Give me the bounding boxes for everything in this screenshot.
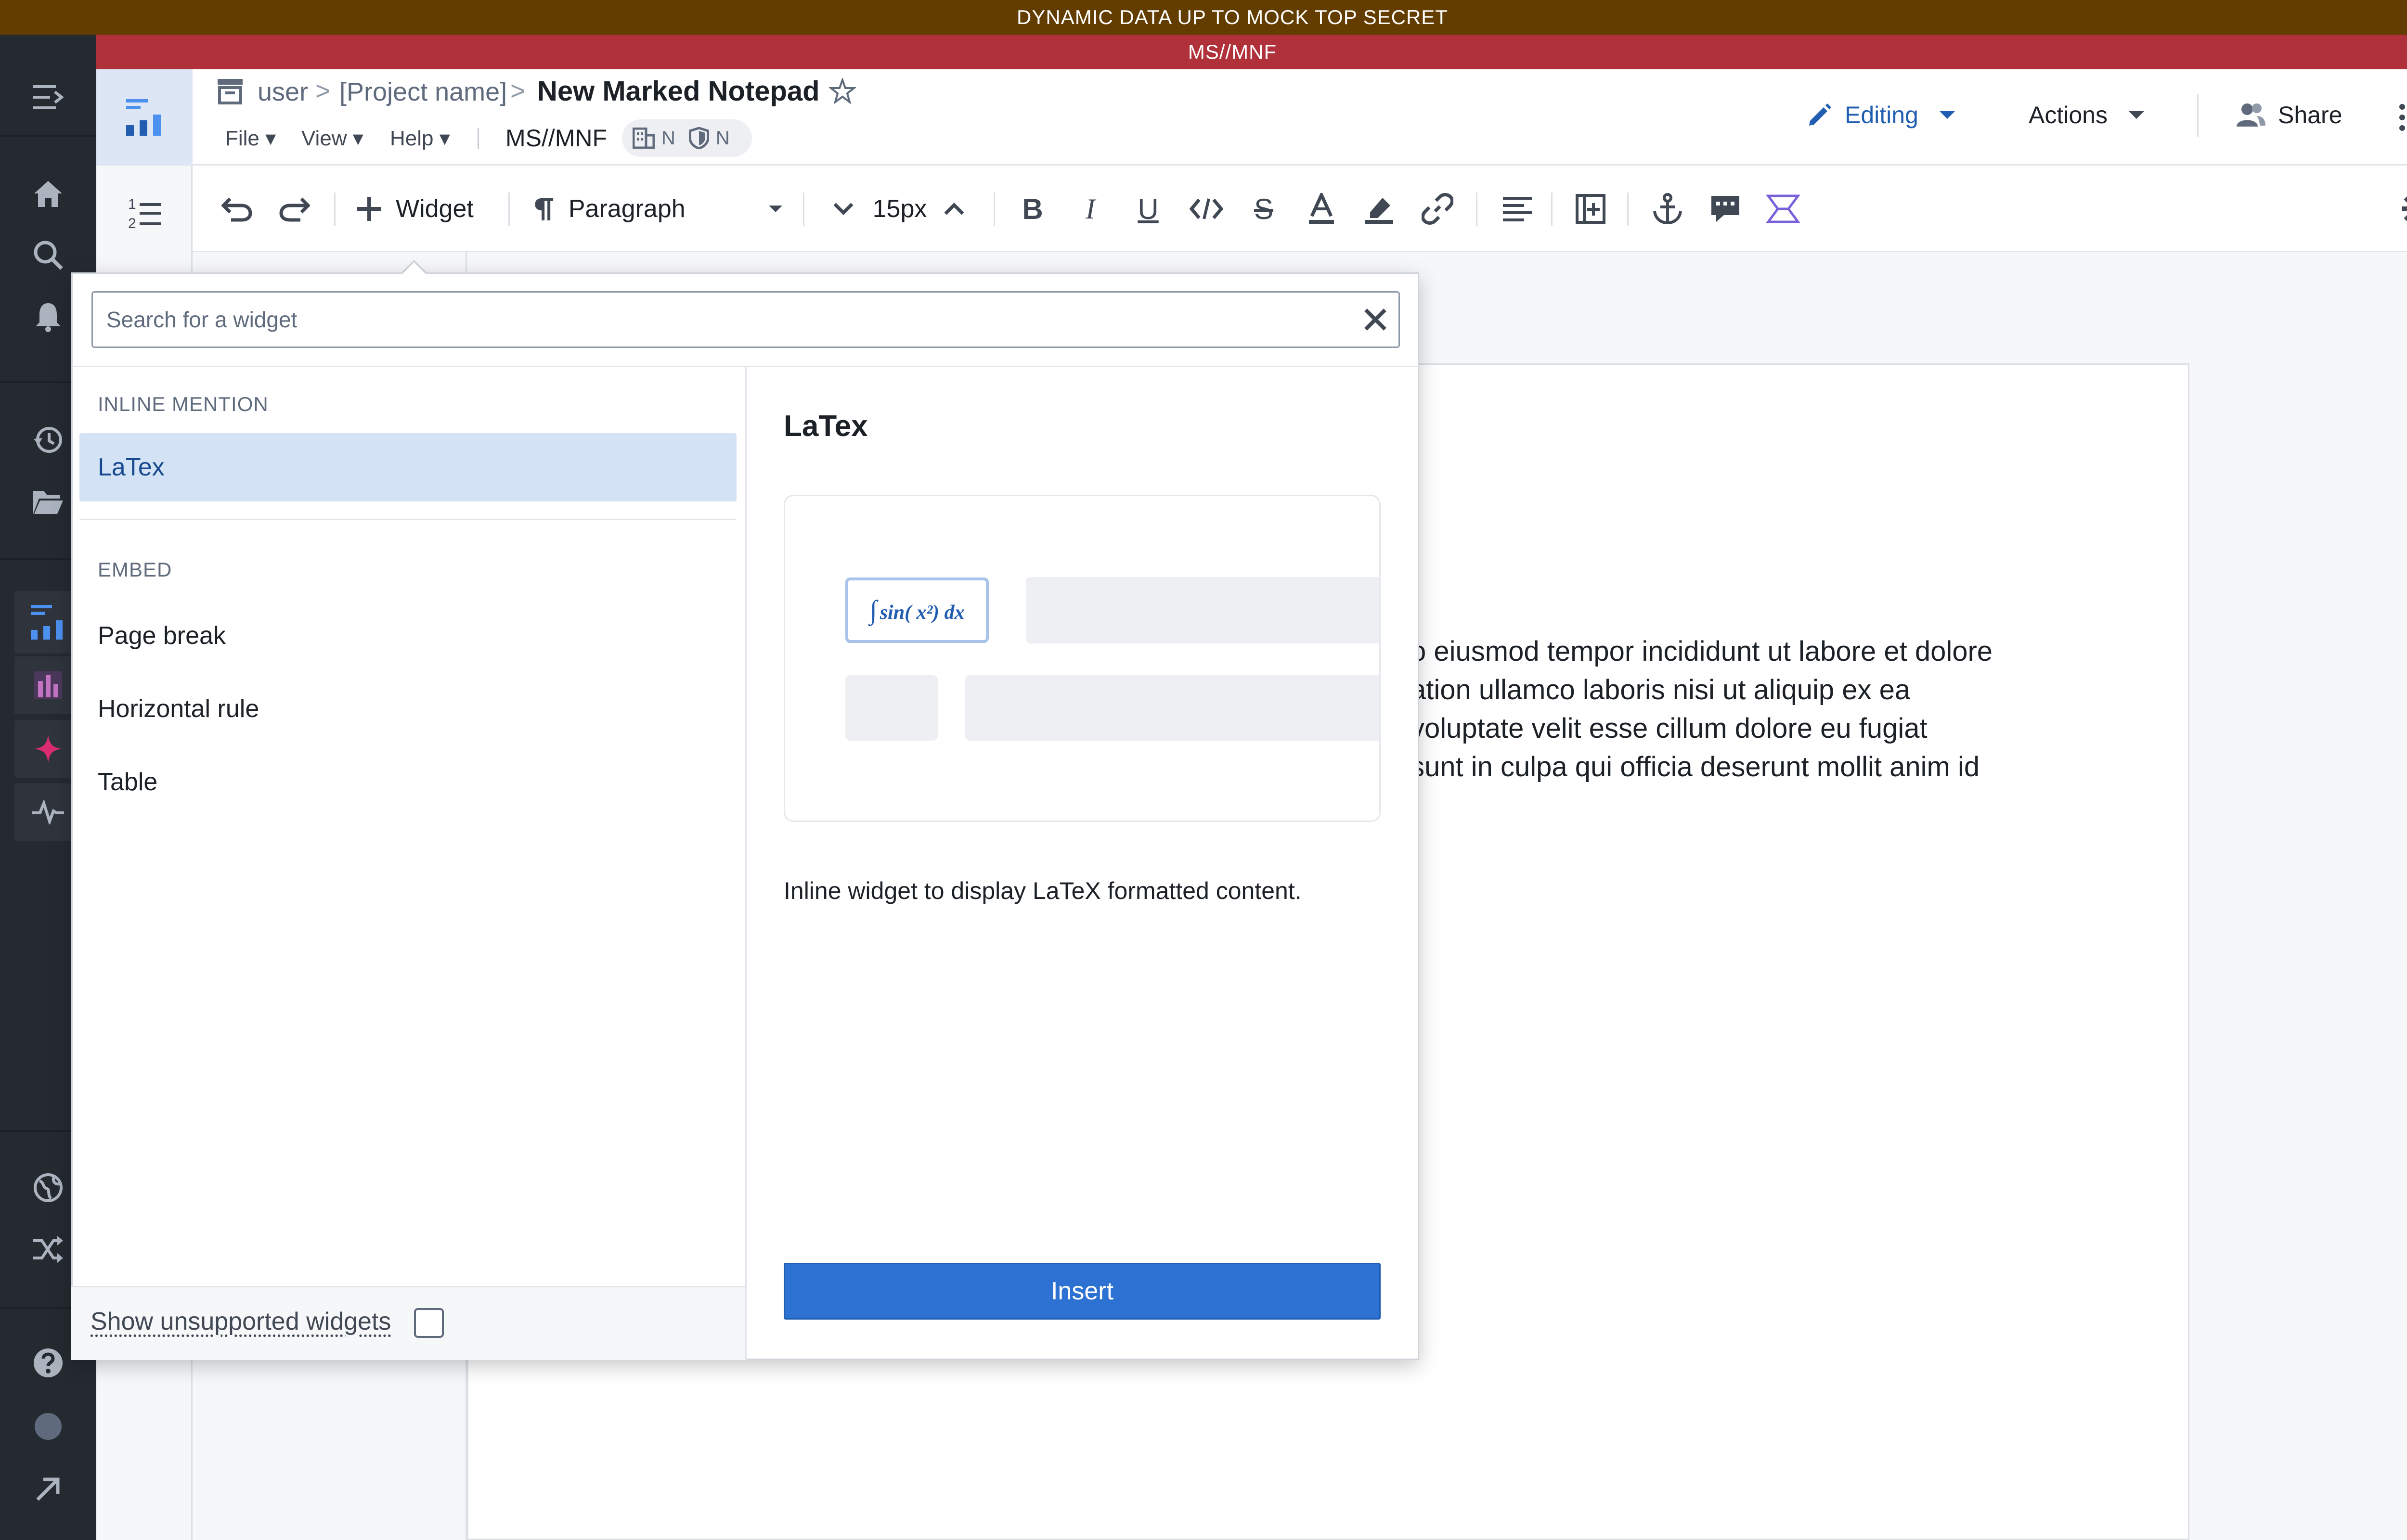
marking-badges[interactable]: N N <box>622 119 752 157</box>
people-icon <box>2237 103 2265 127</box>
preview-card <box>784 495 1381 822</box>
editor-toolbar: Widget Paragraph 15px B I U S <box>193 166 2407 252</box>
actions-label: Actions <box>2029 102 2108 128</box>
section-label-inline-mention: INLINE MENTION <box>98 393 269 415</box>
menu-view[interactable]: View ▾ <box>301 126 363 151</box>
shield-icon <box>688 127 709 149</box>
caret-down-icon <box>1939 111 1955 119</box>
classification-banner-top: DYNAMIC DATA UP TO MOCK TOP SECRET <box>0 0 2407 35</box>
widget-list-item-label: LaTex <box>98 453 165 481</box>
star-icon[interactable] <box>829 78 856 105</box>
svg-text:1: 1 <box>128 196 136 212</box>
add-widget-button[interactable]: Widget <box>356 166 520 252</box>
font-size-decrease-icon[interactable] <box>829 166 858 252</box>
notepad-logo-icon[interactable] <box>96 69 193 166</box>
paragraph-style-select[interactable]: Paragraph <box>533 166 784 252</box>
share-button[interactable]: Share <box>2236 101 2342 129</box>
home-icon[interactable] <box>24 169 72 218</box>
preview-placeholder <box>965 675 1379 741</box>
help-icon[interactable] <box>24 1339 72 1387</box>
widget-search-input[interactable] <box>106 293 1339 346</box>
document-text-line[interactable]: voluptate velit esse cillum dolore eu fu… <box>1411 712 1928 744</box>
paragraph-label: Paragraph <box>568 195 686 223</box>
widget-list-item-table[interactable]: Table <box>79 748 737 816</box>
classification-banner-sub: MS//MNF <box>0 35 2407 69</box>
outline-icon[interactable]: 12 <box>126 194 163 231</box>
latex-formula-preview: ∫ sin( x²) dx <box>845 578 989 643</box>
building-icon <box>633 128 655 149</box>
search-icon[interactable] <box>24 231 72 279</box>
expand-menu-icon[interactable] <box>24 73 72 121</box>
link-icon[interactable] <box>1418 166 1457 252</box>
redo-icon[interactable] <box>275 166 314 252</box>
clear-search-icon[interactable] <box>1362 306 1389 333</box>
settings-gear-icon[interactable] <box>2398 166 2407 252</box>
actions-dropdown[interactable]: Actions <box>2029 101 2146 129</box>
font-size-value[interactable]: 15px <box>868 166 931 252</box>
document-text-line[interactable]: ation ullamco laboris nisi ut aliquip ex… <box>1411 674 1910 706</box>
marking-badge-org: N <box>661 127 675 149</box>
show-unsupported-label[interactable]: Show unsupported widgets <box>91 1307 391 1336</box>
widget-list-item-latex[interactable]: LaTex <box>79 433 737 501</box>
page-title[interactable]: New Marked Notepad <box>537 75 820 107</box>
insert-block-icon[interactable] <box>1571 166 1610 252</box>
editing-label: Editing <box>1845 102 1918 128</box>
preview-placeholder <box>845 675 938 741</box>
variable-icon[interactable] <box>1764 166 1802 252</box>
preview-placeholder <box>1026 577 1379 643</box>
bold-icon[interactable]: B <box>1016 166 1049 252</box>
latex-formula-text: ∫ sin( x²) dx <box>869 595 965 625</box>
code-icon[interactable] <box>1187 166 1226 252</box>
show-unsupported-checkbox[interactable] <box>414 1308 444 1338</box>
globe-icon[interactable] <box>24 1164 72 1212</box>
menu-file[interactable]: File ▾ <box>225 126 276 151</box>
widget-search-box <box>91 291 1400 348</box>
font-size-increase-icon[interactable] <box>940 166 969 252</box>
document-text-line[interactable]: o eiusmod tempor incididunt ut labore et… <box>1411 635 1993 667</box>
breadcrumb-separator: > <box>315 77 331 105</box>
widget-label: Widget <box>396 195 474 223</box>
undo-icon[interactable] <box>218 166 256 252</box>
preview-description: Inline widget to display LaTeX formatted… <box>784 877 1302 904</box>
comment-icon[interactable] <box>1706 166 1745 252</box>
align-left-icon[interactable] <box>1498 166 1537 252</box>
breadcrumb-user[interactable]: user <box>258 77 308 107</box>
preview-title: LaTex <box>784 410 868 443</box>
plus-icon <box>357 197 381 221</box>
caret-down-icon <box>769 205 782 212</box>
breadcrumb-separator: > <box>510 77 526 105</box>
status-dot-icon[interactable] <box>24 1402 72 1450</box>
widget-list-item-page-break[interactable]: Page break <box>79 602 737 670</box>
text-color-icon[interactable] <box>1305 166 1338 252</box>
editing-dropdown[interactable]: Editing <box>1806 101 1957 129</box>
share-label: Share <box>2278 102 2342 128</box>
strikethrough-icon[interactable]: S <box>1247 166 1281 252</box>
widget-list-item-horizontal-rule[interactable]: Horizontal rule <box>79 675 737 743</box>
menu-help[interactable]: Help ▾ <box>390 126 450 151</box>
highlight-icon[interactable] <box>1362 166 1396 252</box>
bell-icon[interactable] <box>24 293 72 341</box>
insert-button[interactable]: Insert <box>784 1263 1381 1320</box>
history-icon[interactable] <box>24 416 72 464</box>
list-menu-icon[interactable] <box>2399 103 2407 132</box>
marking-badge-mandatory: N <box>715 127 730 149</box>
folder-icon[interactable] <box>24 477 72 526</box>
anchor-icon[interactable] <box>1648 166 1687 252</box>
section-label-embed: EMBED <box>98 558 172 581</box>
italic-icon[interactable]: I <box>1074 166 1107 252</box>
section-divider <box>79 519 737 520</box>
arrow-up-right-icon[interactable] <box>24 1465 72 1513</box>
classification-marking[interactable]: MS//MNF <box>505 124 607 152</box>
shuffle-icon[interactable] <box>24 1225 72 1273</box>
pilcrow-icon <box>535 198 554 221</box>
svg-text:2: 2 <box>128 216 136 231</box>
pencil-icon <box>1809 103 1831 126</box>
underline-icon[interactable]: U <box>1131 166 1165 252</box>
caret-down-icon <box>2128 111 2144 119</box>
breadcrumb-project[interactable]: [Project name] <box>339 77 507 107</box>
document-text-line[interactable]: sunt in culpa qui officia deserunt molli… <box>1411 751 1980 783</box>
archive-icon <box>216 77 245 106</box>
